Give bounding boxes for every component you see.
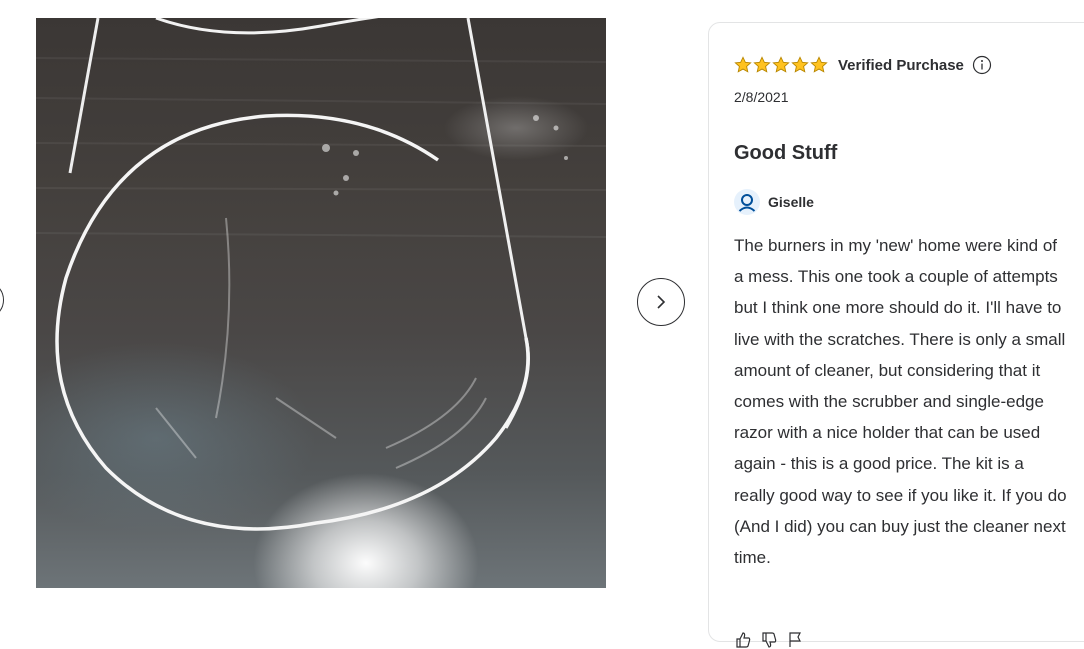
report-button[interactable]: [786, 631, 804, 649]
star-icon: [734, 56, 752, 73]
star-rating: [734, 56, 828, 74]
rating-row: Verified Purchase: [734, 53, 992, 77]
star-icon: [753, 56, 771, 73]
thumbs-up-button[interactable]: [734, 631, 752, 649]
chevron-left-icon: [0, 282, 3, 318]
review-card: Verified Purchase 2/8/2021 Good Stuff Gi…: [708, 22, 1084, 648]
review-photo[interactable]: [36, 18, 606, 588]
review-body: The burners in my 'new' home were kind o…: [734, 236, 1067, 568]
review-title: Good Stuff: [734, 142, 838, 164]
next-image-button[interactable]: [637, 278, 685, 326]
author-row: Giselle: [734, 189, 814, 215]
verified-purchase-label: Verified Purchase: [838, 56, 964, 74]
review-actions: [734, 631, 804, 649]
review-date: 2/8/2021: [734, 89, 789, 105]
flag-icon: [789, 632, 801, 647]
chevron-right-icon: [657, 295, 666, 309]
cooktop-photo-drawing: [36, 18, 606, 531]
thumbs-down-button[interactable]: [760, 631, 778, 649]
previous-image-button[interactable]: [0, 281, 4, 319]
star-icon: [791, 56, 809, 73]
star-icon: [772, 56, 790, 73]
info-icon[interactable]: [972, 55, 992, 75]
star-icon: [810, 56, 828, 73]
thumbs-up-icon: [736, 632, 751, 648]
avatar: [734, 189, 760, 215]
thumbs-down-icon: [762, 632, 777, 648]
author-name: Giselle: [768, 194, 814, 210]
user-icon: [738, 194, 756, 212]
